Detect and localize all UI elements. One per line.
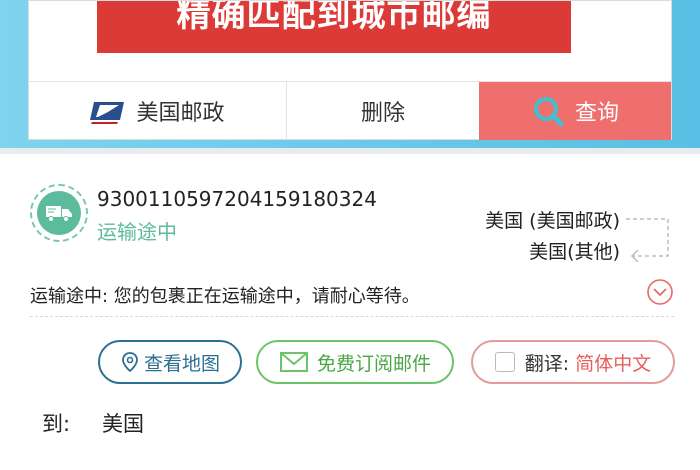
mail-icon — [279, 352, 308, 372]
usps-logo-icon — [90, 98, 125, 124]
route-origin: 美国 (美国邮政) — [485, 210, 620, 232]
route-destination: 美国(其他) — [529, 241, 620, 263]
carrier-label: 美国邮政 — [136, 101, 225, 126]
chevron-down-icon[interactable] — [646, 278, 674, 306]
translate-language[interactable]: 简体中文 — [575, 349, 651, 376]
map-pin-icon — [122, 352, 138, 373]
subscribe-label: 免费订阅邮件 — [316, 352, 431, 375]
dashed-divider — [30, 316, 674, 317]
promo-banner: 精确匹配到城市邮编 — [97, 1, 571, 53]
banner-text: 精确匹配到城市邮编 — [176, 1, 492, 35]
tracking-number: 9300110597204159180324 — [97, 187, 377, 211]
translate-label: 翻译: — [524, 352, 570, 375]
truck-icon — [37, 191, 81, 235]
route-arrow-icon — [626, 218, 669, 262]
query-button[interactable]: 查询 — [479, 82, 671, 140]
view-map-label: 查看地图 — [143, 352, 220, 375]
status-badge — [30, 184, 88, 242]
carrier-select-button[interactable]: 美国邮政 — [29, 82, 287, 140]
shipment-card: 9300110597204159180324 运输途中 美国 (美国邮政) 美国… — [0, 154, 700, 470]
view-map-button[interactable]: 查看地图 — [98, 340, 242, 384]
destination-value: 美国 — [102, 412, 144, 436]
search-icon — [531, 94, 565, 128]
query-panel: 精确匹配到城市邮编 美国邮政 删除 查询 — [28, 0, 672, 140]
translate-checkbox[interactable] — [494, 352, 515, 372]
status-message: 运输途中: 您的包裹正在运输途中，请耐心等待。 — [30, 286, 420, 307]
destination-label: 到: — [42, 412, 71, 436]
shipment-status: 运输途中 — [97, 220, 177, 244]
query-label: 查询 — [574, 101, 619, 126]
action-bar: 美国邮政 删除 查询 — [29, 81, 671, 140]
subscribe-email-button[interactable]: 免费订阅邮件 — [256, 340, 454, 384]
delete-label: 删除 — [360, 101, 405, 126]
translate-toggle[interactable]: 翻译: 简体中文 — [471, 340, 675, 384]
delete-button[interactable]: 删除 — [287, 82, 479, 140]
route-info: 美国 (美国邮政) 美国(其他) — [485, 206, 620, 268]
